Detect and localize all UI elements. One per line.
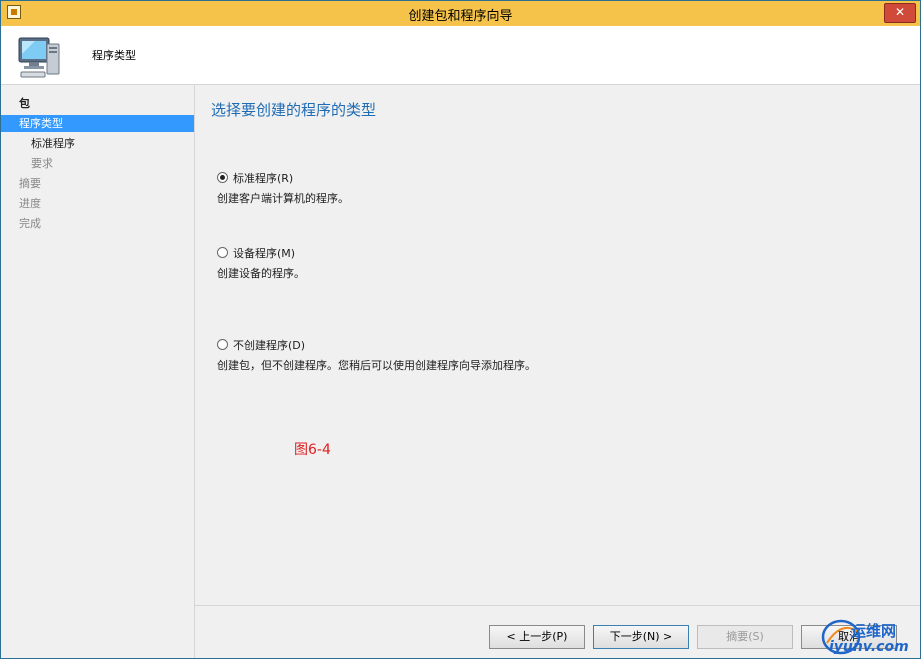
close-button[interactable]: ✕: [884, 3, 916, 23]
window-title: 创建包和程序向导: [408, 9, 513, 24]
device-program-description: 创建设备的程序。: [217, 267, 305, 280]
next-button[interactable]: 下一步(N) >: [593, 625, 689, 649]
standard-program-description: 创建客户端计算机的程序。: [217, 192, 349, 205]
nav-item-program-type[interactable]: 程序类型: [1, 115, 194, 132]
wizard-content: 选择要创建的程序的类型 标准程序(R) 创建客户端计算机的程序。 设备程序(M)…: [195, 85, 920, 605]
wizard-window: 创建包和程序向导 ✕ 程序类型 包 程序类型 标准程序 要求 摘要 进度 完成 …: [0, 0, 921, 659]
summary-button[interactable]: 摘要(S): [697, 625, 793, 649]
wizard-header: 程序类型: [1, 26, 920, 85]
previous-button[interactable]: < 上一步(P): [489, 625, 585, 649]
nav-item-package[interactable]: 包: [1, 95, 194, 112]
standard-program-radio[interactable]: [217, 172, 228, 183]
standard-program-label[interactable]: 标准程序(R): [233, 170, 293, 186]
nav-item-standard-program[interactable]: 标准程序: [1, 135, 194, 152]
no-program-radio[interactable]: [217, 339, 228, 350]
no-program-label[interactable]: 不创建程序(D): [233, 337, 305, 353]
wizard-footer: < 上一步(P) 下一步(N) > 摘要(S) 取消: [195, 605, 920, 658]
nav-item-summary[interactable]: 摘要: [1, 175, 194, 192]
nav-item-requirements[interactable]: 要求: [1, 155, 194, 172]
page-title: 选择要创建的程序的类型: [211, 101, 377, 119]
figure-caption: 图6-4: [294, 442, 331, 458]
nav-item-completion[interactable]: 完成: [1, 215, 194, 232]
title-bar: 创建包和程序向导 ✕: [1, 1, 920, 27]
watermark-text: 运维网: [851, 622, 897, 640]
header-title: 程序类型: [92, 49, 136, 62]
device-program-radio[interactable]: [217, 247, 228, 258]
device-program-label[interactable]: 设备程序(M): [233, 245, 295, 261]
computer-icon: [18, 37, 60, 78]
nav-item-progress[interactable]: 进度: [1, 195, 194, 212]
watermark-url: iyunv.com: [829, 639, 909, 655]
no-program-description: 创建包，但不创建程序。您稍后可以使用创建程序向导添加程序。: [217, 359, 536, 372]
wizard-nav: 包 程序类型 标准程序 要求 摘要 进度 完成: [1, 85, 195, 658]
